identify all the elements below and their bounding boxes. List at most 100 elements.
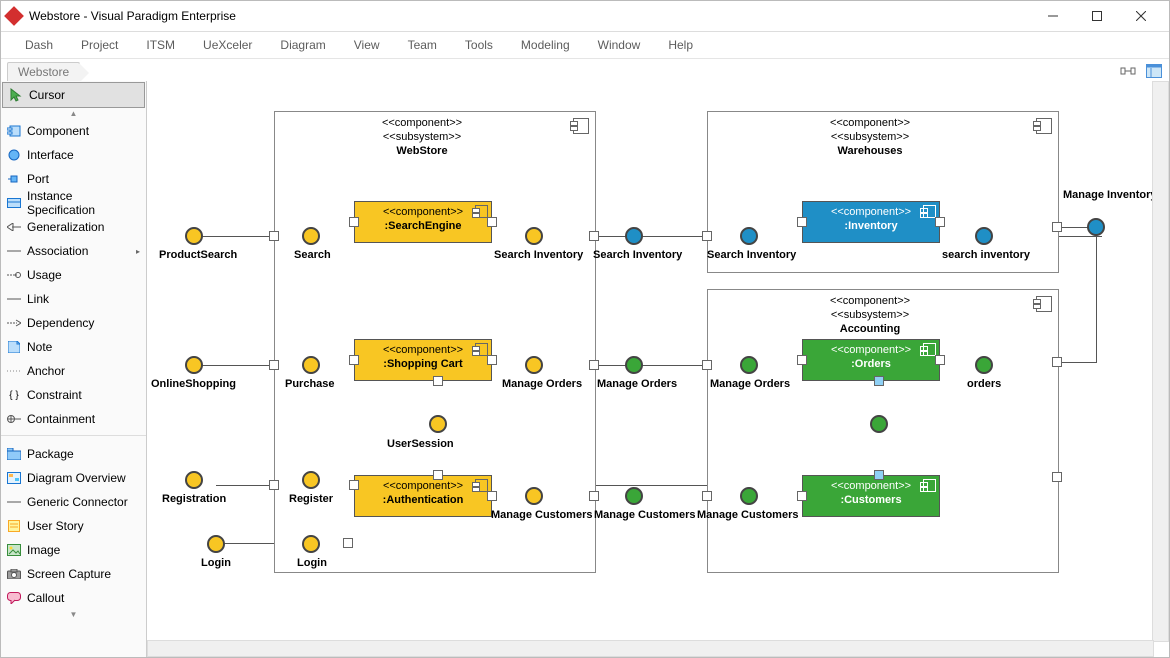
palette-dependency[interactable]: Dependency [1, 311, 146, 335]
interface[interactable] [525, 487, 543, 505]
close-button[interactable] [1119, 2, 1163, 30]
interface[interactable] [429, 415, 447, 433]
port[interactable] [1052, 472, 1062, 482]
palette-note[interactable]: Note [1, 335, 146, 359]
palette-instance-spec[interactable]: Instance Specification [1, 191, 146, 215]
format-icon[interactable] [1119, 62, 1137, 80]
interface[interactable] [185, 227, 203, 245]
palette-usage[interactable]: Usage [1, 263, 146, 287]
port[interactable] [589, 360, 599, 370]
component-searchengine[interactable]: <<component>>:SearchEngine [354, 201, 492, 243]
port[interactable] [935, 217, 945, 227]
port[interactable] [797, 217, 807, 227]
port[interactable] [269, 360, 279, 370]
maximize-button[interactable] [1075, 2, 1119, 30]
palette-package[interactable]: Package [1, 442, 146, 466]
interface[interactable] [625, 487, 643, 505]
menu-view[interactable]: View [340, 38, 394, 52]
port[interactable] [487, 355, 497, 365]
interface[interactable] [302, 227, 320, 245]
palette-collapse-up[interactable]: ▲ [1, 109, 146, 119]
menu-project[interactable]: Project [67, 38, 132, 52]
diagram-canvas[interactable]: <<component>><<subsystem>>WebStore <<com… [147, 81, 1169, 657]
palette-component[interactable]: Component [1, 119, 146, 143]
palette-diagram-overview[interactable]: Diagram Overview [1, 466, 146, 490]
port[interactable] [935, 355, 945, 365]
component-authentication[interactable]: <<component>>:Authentication [354, 475, 492, 517]
palette-link[interactable]: Link [1, 287, 146, 311]
port[interactable] [589, 231, 599, 241]
menu-dash[interactable]: Dash [11, 38, 67, 52]
palette-association[interactable]: Association▸ [1, 239, 146, 263]
component-shoppingcart[interactable]: <<component>>:Shopping Cart [354, 339, 492, 381]
interface[interactable] [525, 356, 543, 374]
port[interactable] [874, 376, 884, 386]
interface[interactable] [302, 356, 320, 374]
palette-user-story[interactable]: User Story [1, 514, 146, 538]
port[interactable] [349, 217, 359, 227]
port[interactable] [487, 217, 497, 227]
tab-webstore[interactable]: Webstore [7, 62, 80, 81]
interface[interactable] [740, 227, 758, 245]
port[interactable] [269, 480, 279, 490]
port[interactable] [433, 376, 443, 386]
interface[interactable] [740, 487, 758, 505]
port[interactable] [487, 491, 497, 501]
menu-uexceler[interactable]: UeXceler [189, 38, 266, 52]
palette-cursor[interactable]: Cursor [2, 82, 145, 108]
menu-window[interactable]: Window [584, 38, 655, 52]
interface[interactable] [975, 356, 993, 374]
port[interactable] [343, 538, 353, 548]
palette-collapse-down[interactable]: ▼ [1, 610, 146, 620]
interface[interactable] [870, 415, 888, 433]
palette-constraint[interactable]: { }Constraint [1, 383, 146, 407]
menu-help[interactable]: Help [654, 38, 707, 52]
palette-port[interactable]: Port [1, 167, 146, 191]
palette-anchor[interactable]: Anchor [1, 359, 146, 383]
component-inventory[interactable]: <<component>>:Inventory [802, 201, 940, 243]
port[interactable] [269, 231, 279, 241]
palette-generic-connector[interactable]: Generic Connector [1, 490, 146, 514]
connector-icon [7, 495, 21, 509]
palette-containment[interactable]: Containment [1, 407, 146, 431]
interface[interactable] [625, 356, 643, 374]
interface[interactable] [302, 535, 320, 553]
port[interactable] [433, 470, 443, 480]
palette-generalization[interactable]: Generalization [1, 215, 146, 239]
interface[interactable] [185, 356, 203, 374]
panel-icon[interactable] [1145, 62, 1163, 80]
port[interactable] [702, 360, 712, 370]
interface[interactable] [625, 227, 643, 245]
port[interactable] [702, 491, 712, 501]
menu-diagram[interactable]: Diagram [266, 38, 339, 52]
horizontal-scrollbar[interactable] [147, 640, 1154, 657]
interface[interactable] [525, 227, 543, 245]
port[interactable] [349, 355, 359, 365]
component-orders[interactable]: <<component>>:Orders [802, 339, 940, 381]
component-customers[interactable]: <<component>>:Customers [802, 475, 940, 517]
port[interactable] [797, 491, 807, 501]
interface[interactable] [207, 535, 225, 553]
interface[interactable] [185, 471, 203, 489]
interface[interactable] [1087, 218, 1105, 236]
port[interactable] [1052, 222, 1062, 232]
palette-screen-capture[interactable]: Screen Capture [1, 562, 146, 586]
palette-interface[interactable]: Interface [1, 143, 146, 167]
port[interactable] [1052, 357, 1062, 367]
port[interactable] [589, 491, 599, 501]
interface[interactable] [302, 471, 320, 489]
interface[interactable] [740, 356, 758, 374]
interface[interactable] [975, 227, 993, 245]
port[interactable] [874, 470, 884, 480]
port[interactable] [797, 355, 807, 365]
port[interactable] [349, 480, 359, 490]
palette-image[interactable]: Image [1, 538, 146, 562]
menu-itsm[interactable]: ITSM [132, 38, 189, 52]
minimize-button[interactable] [1031, 2, 1075, 30]
vertical-scrollbar[interactable] [1152, 81, 1169, 642]
palette-callout[interactable]: Callout [1, 586, 146, 610]
menu-modeling[interactable]: Modeling [507, 38, 584, 52]
port[interactable] [702, 231, 712, 241]
menu-team[interactable]: Team [394, 38, 451, 52]
menu-tools[interactable]: Tools [451, 38, 507, 52]
